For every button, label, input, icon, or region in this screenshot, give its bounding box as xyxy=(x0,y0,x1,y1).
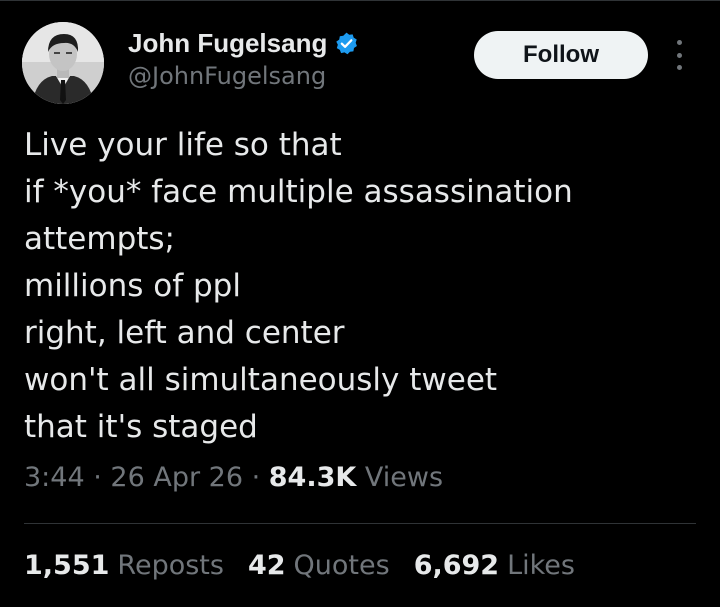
tweet-line: right, left and center xyxy=(24,315,345,351)
meta-separator: · xyxy=(251,462,269,493)
reposts-label: Reposts xyxy=(117,550,224,581)
tweet-text: Live your life so that if *you* face mul… xyxy=(24,122,704,451)
tweet-line: Live your life so that xyxy=(24,127,342,163)
avatar[interactable] xyxy=(22,22,104,104)
views-label: Views xyxy=(364,462,444,493)
views-count: 84.3K xyxy=(268,462,357,493)
more-dot xyxy=(676,52,682,58)
engagement-stats: 1,551 Reposts 42 Quotes 6,692 Likes xyxy=(24,550,599,581)
author-name-row[interactable]: John Fugelsang xyxy=(128,26,359,60)
quotes-label: Quotes xyxy=(293,550,390,581)
tweet-line: won't all simultaneously tweet xyxy=(24,362,498,398)
tweet-line: attempts; xyxy=(24,221,176,257)
tweet-date[interactable]: 26 Apr 26 xyxy=(110,462,243,493)
quotes-stat[interactable]: 42 Quotes xyxy=(248,550,390,581)
avatar-photo xyxy=(22,22,104,104)
verified-badge-icon xyxy=(334,31,359,56)
meta-separator: · xyxy=(93,462,111,493)
tweet-meta: 3:44 · 26 Apr 26 · 84.3K Views xyxy=(24,462,443,493)
tweet-time[interactable]: 3:44 xyxy=(24,462,85,493)
likes-count: 6,692 xyxy=(413,550,500,581)
more-dot xyxy=(676,65,682,70)
author-handle[interactable]: @JohnFugelsang xyxy=(128,62,326,90)
follow-button[interactable]: Follow xyxy=(474,31,648,79)
quotes-count: 42 xyxy=(247,550,286,581)
more-dot xyxy=(676,40,682,45)
tweet-line: millions of ppl xyxy=(24,268,241,304)
reposts-count: 1,551 xyxy=(24,550,110,581)
top-border xyxy=(0,0,720,1)
divider xyxy=(24,523,696,524)
likes-stat[interactable]: 6,692 Likes xyxy=(414,550,575,581)
more-vertical-icon[interactable] xyxy=(672,40,686,70)
tweet-line: if *you* face multiple assassination xyxy=(24,174,573,210)
reposts-stat[interactable]: 1,551 Reposts xyxy=(24,550,224,581)
likes-label: Likes xyxy=(507,550,575,581)
tweet-line: that it's staged xyxy=(24,409,258,445)
author-display-name[interactable]: John Fugelsang xyxy=(128,28,327,59)
